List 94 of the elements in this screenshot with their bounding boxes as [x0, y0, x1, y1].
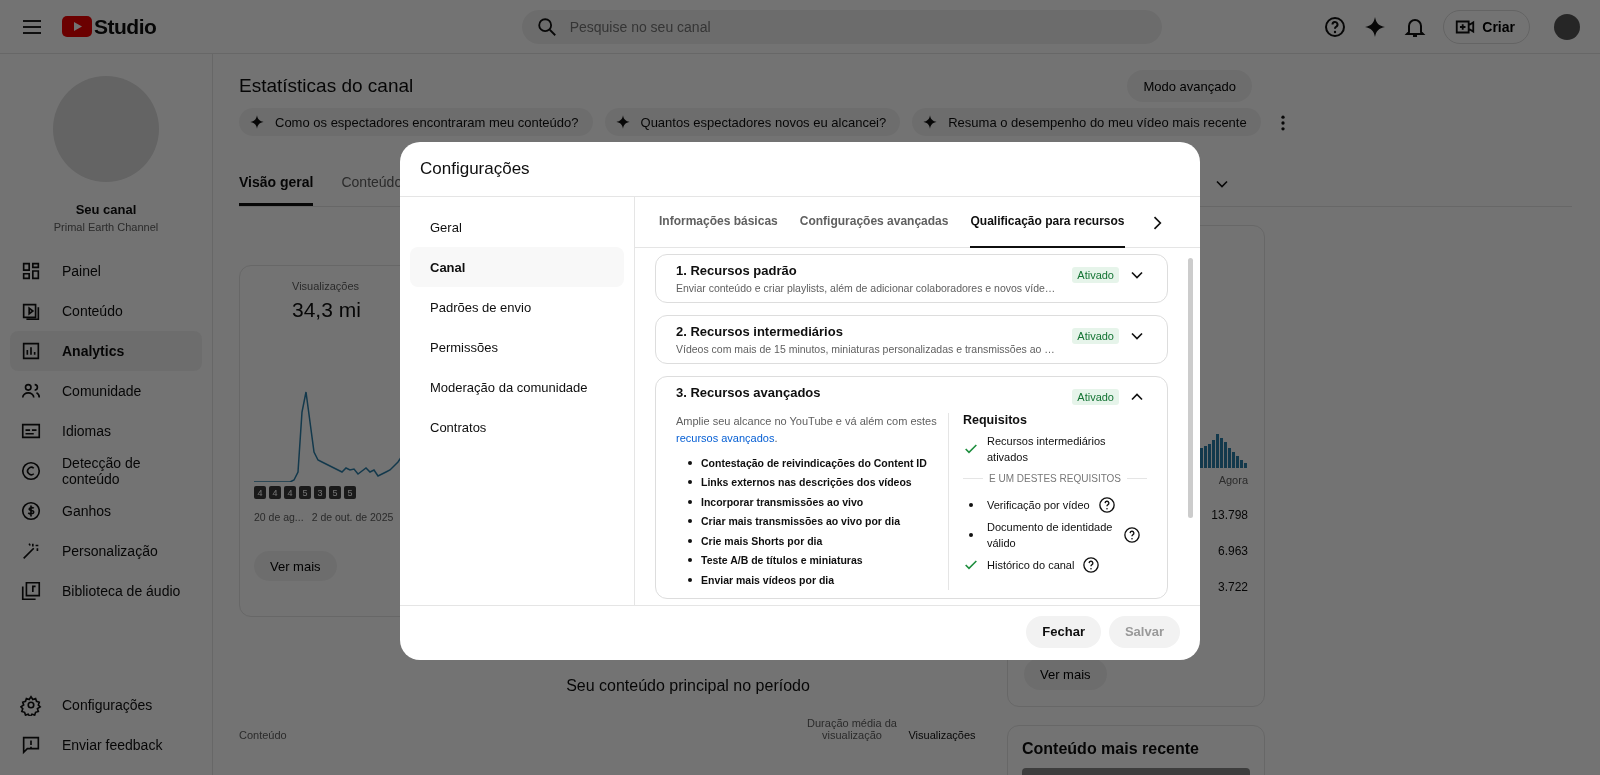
channel-name: Primal Earth Channel [52, 221, 160, 233]
sidebar-item[interactable]: Comunidade [10, 371, 202, 411]
video-marker[interactable]: 3 [314, 486, 326, 499]
settings-tab[interactable]: Qualificação para recursos [970, 196, 1125, 248]
page-title: Estatísticas do canal [239, 75, 414, 97]
column-header: Duração média da visualização [807, 717, 897, 741]
sidebar-item[interactable]: Biblioteca de áudio [10, 571, 202, 611]
settings-nav-item[interactable]: Contratos [410, 407, 624, 447]
intro-text: Amplie seu alcance no YouTube e vá além com estes recursos avançados. [676, 414, 938, 446]
nav-icon [20, 260, 42, 282]
feature-item: Teste A/B de títulos e miniaturas [688, 550, 938, 570]
settings-nav-item[interactable]: Padrões de envio [410, 287, 624, 327]
sidebar-item[interactable]: Enviar feedback [10, 725, 202, 765]
section-title: 2. Recursos intermediários [676, 324, 844, 339]
requirement-text: Histórico do canal [987, 558, 1075, 573]
axis-label: Agora [1218, 474, 1248, 486]
requirements-title: Requisitos [963, 413, 1028, 427]
search-icon [535, 15, 558, 38]
nav-icon [20, 500, 42, 522]
feedback-icon [20, 734, 42, 756]
column-header: Conteúdo [239, 729, 288, 741]
section-description: Enviar conteúdo e criar playlists, além de adicionar colaboradores e novos víde… [676, 282, 1057, 294]
section-title: 3. Recursos avançados [676, 385, 822, 400]
feature-item: Contestação de reivindicações do Content ID [688, 453, 938, 473]
prompt-chip[interactable]: Quantos espectadores novos eu alcancei? [604, 108, 901, 136]
prompt-chip[interactable]: Resuma o desempenho do meu vídeo mais recente [912, 108, 1261, 136]
sidebar-item[interactable]: Idiomas [10, 411, 202, 451]
nav-icon [20, 580, 42, 602]
view-count: 6.963 [1217, 544, 1248, 558]
requirement-text: Verificação por vídeo [987, 498, 1090, 513]
channel-title: Seu canal [74, 202, 138, 217]
video-marker[interactable]: 5 [344, 486, 356, 499]
scrollbar-thumb[interactable] [1188, 258, 1193, 518]
feature-item: Incorporar transmissões ao vivo [688, 492, 938, 512]
sidebar-item[interactable]: Detecção de conteúdo [10, 451, 202, 491]
settings-nav-item[interactable]: Geral [410, 207, 624, 247]
video-marker[interactable]: 5 [329, 486, 341, 499]
feature-item: Crie mais Shorts por dia [688, 531, 938, 551]
feature-item: Enviar mais vídeos por dia [688, 570, 938, 590]
status-label: Ativado [1072, 328, 1119, 344]
feature-item: Links externos nas descrições dos vídeos [688, 472, 938, 492]
nav-icon [20, 340, 42, 362]
status-label: Ativado [1072, 267, 1119, 283]
divider-label: E UM DESTES REQUISITOS [988, 473, 1122, 484]
see-more-button[interactable]: Ver mais [254, 551, 337, 581]
sidebar-item[interactable]: Personalização [10, 531, 202, 571]
page-tab[interactable]: Visão geral [239, 160, 314, 206]
settings-icon [20, 694, 42, 716]
help-icon[interactable] [1097, 496, 1116, 514]
see-more-button[interactable]: Ver mais [1024, 658, 1107, 690]
account-avatar[interactable] [1554, 13, 1580, 40]
play-logo-icon[interactable] [62, 16, 92, 37]
create-button[interactable]: Criar [1443, 9, 1530, 44]
page-tab[interactable]: Conteúdo [341, 160, 403, 206]
axis-label: 2 de out. de 2025 [311, 511, 394, 523]
video-marker[interactable]: 4 [269, 486, 281, 499]
help-icon[interactable] [1123, 526, 1141, 544]
video-marker[interactable]: 4 [284, 486, 296, 499]
card-title: Conteúdo mais recente [1022, 740, 1200, 758]
metric-value: 34,3 mi [292, 298, 361, 322]
prompt-chip[interactable]: Como os espectadores encontraram meu conteúdo? [239, 108, 593, 136]
requirement-text: Recursos intermediários ativados [987, 434, 1107, 465]
requirement-text: Documento de identidade válido [987, 520, 1114, 551]
section-title: Seu conteúdo principal no período [565, 677, 811, 695]
settings-nav-item[interactable]: Permissões [410, 327, 624, 367]
sidebar-item[interactable]: Painel [10, 251, 202, 291]
sparkle-icon [249, 114, 265, 130]
nav-icon [20, 460, 42, 482]
help-icon[interactable] [1082, 556, 1101, 574]
video-marker[interactable]: 5 [299, 486, 311, 499]
settings-tab[interactable]: Informações básicas [659, 196, 778, 248]
axis-label: 20 de ag... [254, 511, 304, 523]
video-marker[interactable]: 4 [254, 486, 266, 499]
settings-tab[interactable]: Configurações avançadas [799, 196, 949, 248]
metric-label: Visualizações [292, 280, 360, 292]
sidebar-item[interactable]: Analytics [10, 331, 202, 371]
settings-nav-item[interactable]: Canal [410, 247, 624, 287]
dialog-button[interactable]: Fechar [1026, 615, 1101, 648]
sidebar-item[interactable]: Ganhos [10, 491, 202, 531]
section-description: Vídeos com mais de 15 minutos, miniaturas personalizadas e transmissões ao … [676, 343, 1056, 355]
bullet-icon [969, 533, 973, 537]
dialog-title: Configurações [420, 159, 530, 179]
section-title: 1. Recursos padrão [676, 263, 798, 278]
sidebar-item[interactable]: Conteúdo [10, 291, 202, 331]
bullet-icon [969, 503, 973, 507]
advanced-mode-button[interactable]: Modo avançado [1127, 70, 1252, 102]
view-count: 13.798 [1211, 508, 1248, 522]
column-header: Visualizações [907, 729, 977, 741]
logo-text[interactable]: Studio [94, 14, 157, 39]
view-count: 3.722 [1217, 580, 1248, 594]
settings-nav-item[interactable]: Moderação da comunidade [410, 367, 624, 407]
status-label: Ativado [1072, 389, 1119, 405]
feature-item: Criar mais transmissões ao vivo por dia [688, 511, 938, 531]
sidebar-item[interactable]: Configurações [10, 685, 202, 725]
